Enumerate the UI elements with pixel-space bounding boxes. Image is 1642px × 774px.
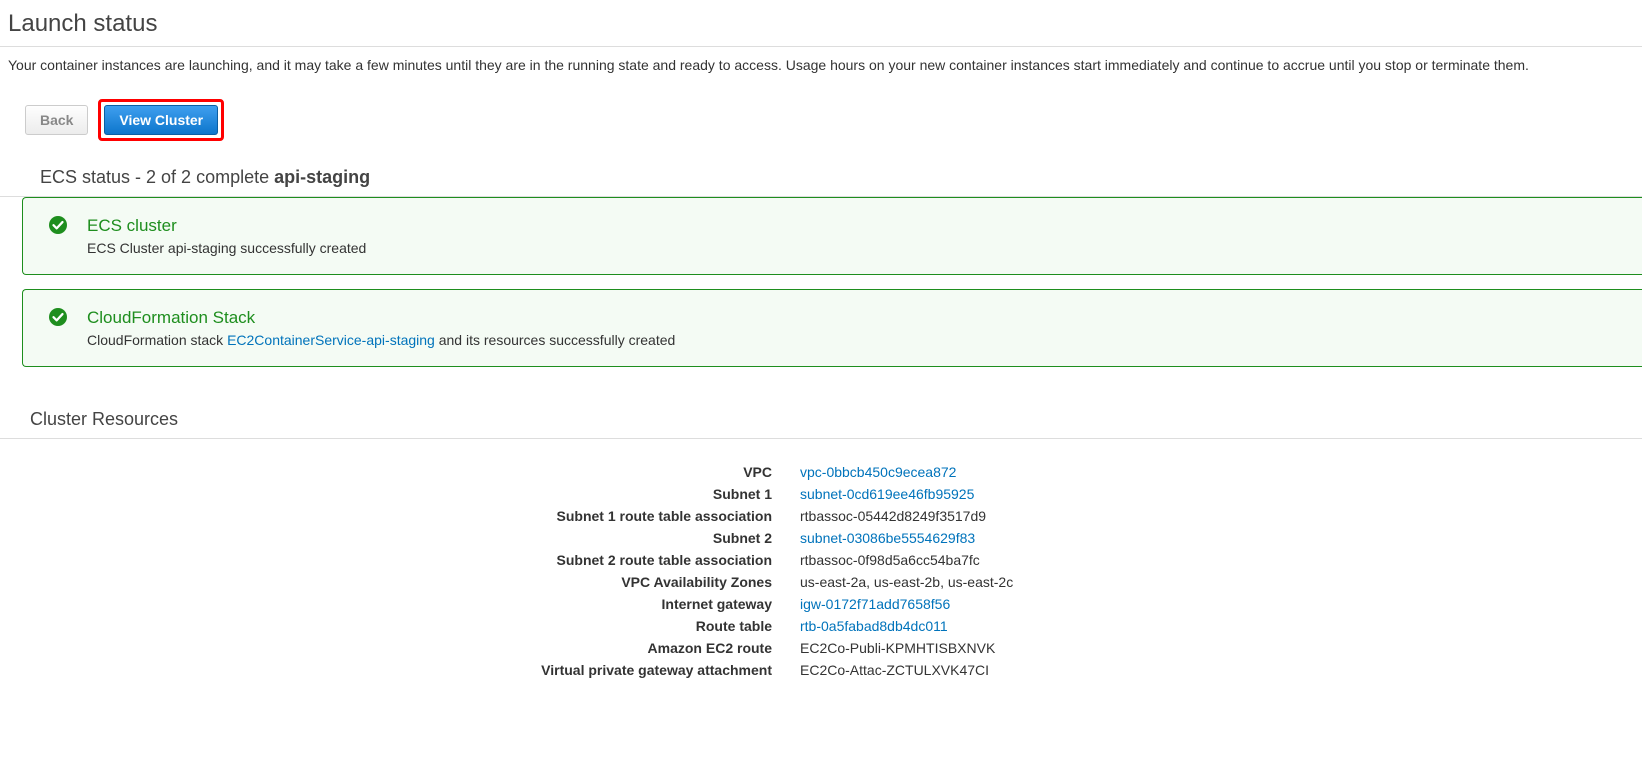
resource-row: VPC Availability Zonesus-east-2a, us-eas… [0, 571, 1642, 593]
resource-row: Subnet 2 route table associationrtbassoc… [0, 549, 1642, 571]
resource-label: Subnet 1 [0, 483, 800, 505]
page-description: Your container instances are launching, … [0, 47, 1642, 81]
resource-row: Internet gatewayigw-0172f71add7658f56 [0, 593, 1642, 615]
back-button[interactable]: Back [25, 105, 88, 135]
resource-label: Subnet 1 route table association [0, 505, 800, 527]
highlight-annotation: View Cluster [98, 99, 224, 141]
button-row: Back View Cluster [0, 81, 1642, 159]
resource-row: Subnet 2subnet-03086be5554629f83 [0, 527, 1642, 549]
resource-label: VPC [0, 461, 800, 483]
resource-link[interactable]: vpc-0bbcb450c9ecea872 [800, 464, 956, 480]
resource-value: rtbassoc-05442d8249f3517d9 [800, 508, 986, 524]
check-circle-icon [49, 308, 67, 326]
resource-row: Subnet 1 route table associationrtbassoc… [0, 505, 1642, 527]
status-desc-text: ECS Cluster api-staging successfully cre… [87, 240, 366, 256]
view-cluster-button[interactable]: View Cluster [104, 105, 218, 135]
resource-value: EC2Co-Publi-KPMHTISBXNVK [800, 640, 995, 656]
status-block: ECS cluster ECS Cluster api-staging succe… [22, 197, 1642, 275]
check-circle-icon [49, 216, 67, 234]
resource-row: VPCvpc-0bbcb450c9ecea872 [0, 461, 1642, 483]
status-desc-text: CloudFormation stack [87, 332, 227, 348]
status-description: CloudFormation stack EC2ContainerService… [87, 332, 675, 348]
page-title: Launch status [0, 0, 1642, 47]
ecs-status-header: ECS status - 2 of 2 complete api-staging [0, 159, 1642, 197]
resource-value: rtbassoc-0f98d5a6cc54ba7fc [800, 552, 980, 568]
resource-link[interactable]: igw-0172f71add7658f56 [800, 596, 950, 612]
resource-label: Subnet 2 [0, 527, 800, 549]
status-description: ECS Cluster api-staging successfully cre… [87, 240, 366, 256]
status-title: CloudFormation Stack [87, 308, 675, 328]
resource-row: Route tablertb-0a5fabad8db4dc011 [0, 615, 1642, 637]
resource-row: Amazon EC2 routeEC2Co-Publi-KPMHTISBXNVK [0, 637, 1642, 659]
resource-label: Route table [0, 615, 800, 637]
resource-value: EC2Co-Attac-ZCTULXVK47CI [800, 662, 989, 678]
cloudformation-stack-link[interactable]: EC2ContainerService-api-staging [227, 332, 435, 348]
cluster-resources-table: VPCvpc-0bbcb450c9ecea872Subnet 1subnet-0… [0, 461, 1642, 681]
resource-link[interactable]: subnet-0cd619ee46fb95925 [800, 486, 974, 502]
status-block: CloudFormation Stack CloudFormation stack… [22, 289, 1642, 367]
resource-label: Amazon EC2 route [0, 637, 800, 659]
resource-label: VPC Availability Zones [0, 571, 800, 593]
resource-value: us-east-2a, us-east-2b, us-east-2c [800, 574, 1013, 590]
resource-label: Internet gateway [0, 593, 800, 615]
resource-link[interactable]: rtb-0a5fabad8db4dc011 [800, 618, 948, 634]
resource-label: Subnet 2 route table association [0, 549, 800, 571]
resource-row: Subnet 1subnet-0cd619ee46fb95925 [0, 483, 1642, 505]
status-title: ECS cluster [87, 216, 366, 236]
resource-label: Virtual private gateway attachment [0, 659, 800, 681]
cluster-resources-header: Cluster Resources [0, 381, 1642, 439]
resource-row: Virtual private gateway attachmentEC2Co-… [0, 659, 1642, 681]
status-desc-text: and its resources successfully created [435, 332, 675, 348]
resource-link[interactable]: subnet-03086be5554629f83 [800, 530, 975, 546]
